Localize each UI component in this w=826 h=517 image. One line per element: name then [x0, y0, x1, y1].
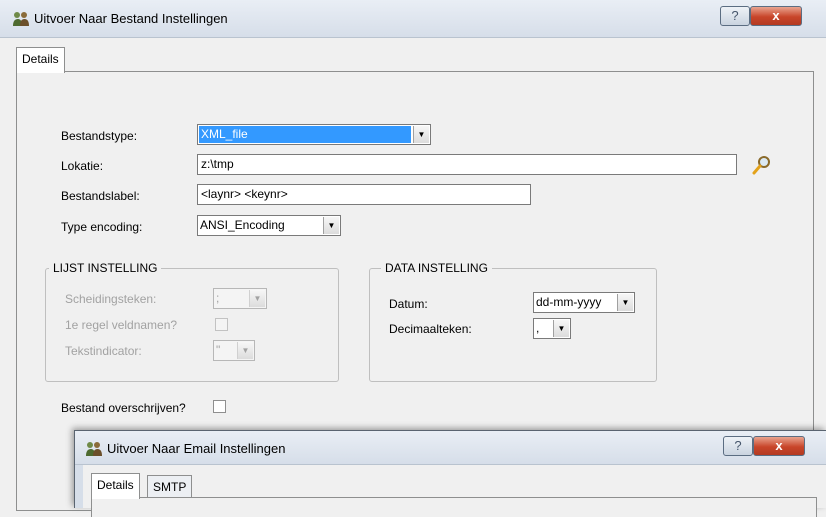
lokatie-label: Lokatie: [61, 159, 104, 173]
decimaalteken-value: , [536, 321, 540, 335]
details-panel [91, 497, 817, 517]
tekstindicator-select[interactable]: " ▼ [213, 340, 255, 361]
magnifier-icon[interactable] [751, 154, 773, 176]
chevron-down-icon: ▼ [413, 126, 429, 143]
scheidingsteken-value: ; [216, 291, 220, 305]
decimaalteken-label: Decimaalteken: [389, 322, 472, 336]
bestandslabel-input[interactable]: <laynr> <keynr> [197, 184, 531, 205]
datum-value: dd-mm-yyyy [536, 295, 602, 309]
tab-smtp[interactable]: SMTP [147, 475, 193, 499]
close-button[interactable]: x [750, 6, 802, 26]
tab-details[interactable]: Details [91, 473, 140, 499]
overschrijven-label: Bestand overschrijven? [61, 401, 186, 415]
encoding-label: Type encoding: [61, 220, 143, 234]
title-bar[interactable]: Uitvoer Naar Bestand Instellingen ? x [0, 0, 826, 38]
scheidingsteken-label: Scheidingsteken: [65, 292, 157, 306]
veldnamen-checkbox[interactable] [215, 318, 228, 331]
users-icon [12, 10, 30, 28]
chevron-down-icon: ▼ [323, 217, 339, 234]
users-icon [85, 440, 103, 458]
help-button[interactable]: ? [720, 6, 750, 26]
bestandstype-label: Bestandstype: [61, 129, 138, 143]
bestandslabel-label: Bestandslabel: [61, 189, 140, 203]
chevron-down-icon: ▼ [553, 320, 569, 337]
window-title: Uitvoer Naar Bestand Instellingen [34, 11, 228, 26]
window-title: Uitvoer Naar Email Instellingen [107, 441, 286, 456]
lokatie-input[interactable]: z:\tmp [197, 154, 737, 175]
datum-select[interactable]: dd-mm-yyyy ▼ [533, 292, 635, 313]
datum-label: Datum: [389, 297, 428, 311]
decimaalteken-select[interactable]: , ▼ [533, 318, 571, 339]
lijst-instelling-title: LIJST INSTELLING [49, 261, 162, 275]
data-instelling-title: DATA INSTELLING [381, 261, 492, 275]
overschrijven-checkbox[interactable] [213, 400, 226, 413]
encoding-value: ANSI_Encoding [200, 218, 285, 232]
tekstindicator-value: " [216, 343, 221, 357]
title-bar[interactable]: Uitvoer Naar Email Instellingen ? x [75, 431, 826, 465]
tab-details[interactable]: Details [16, 47, 65, 73]
bestandstype-value: XML_file [199, 126, 411, 143]
scheidingsteken-select[interactable]: ; ▼ [213, 288, 267, 309]
help-button[interactable]: ? [723, 436, 753, 456]
chevron-down-icon: ▼ [617, 294, 633, 311]
close-button[interactable]: x [753, 436, 805, 456]
chevron-down-icon: ▼ [237, 342, 253, 359]
window-client: Details SMTP [83, 465, 826, 517]
veldnamen-label: 1e regel veldnamen? [65, 318, 178, 332]
tekstindicator-label: Tekstindicator: [65, 344, 142, 358]
bestandstype-select[interactable]: XML_file ▼ [197, 124, 431, 145]
chevron-down-icon: ▼ [249, 290, 265, 307]
encoding-select[interactable]: ANSI_Encoding ▼ [197, 215, 341, 236]
email-output-settings-window: Uitvoer Naar Email Instellingen ? x Deta… [74, 430, 826, 517]
